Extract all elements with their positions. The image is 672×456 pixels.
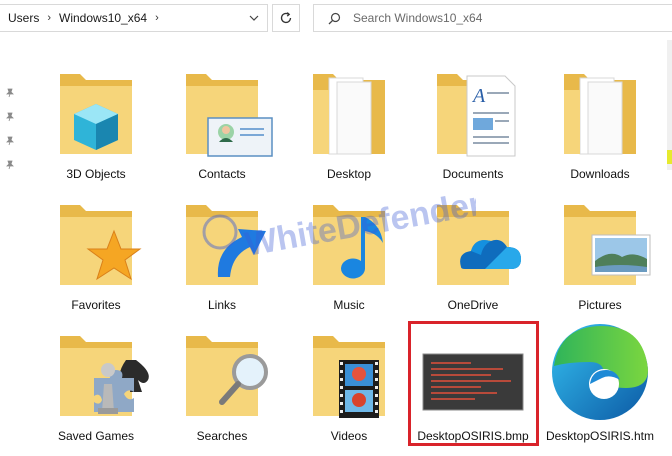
item-label: Searches bbox=[196, 429, 248, 443]
folder-onedrive[interactable]: OneDrive bbox=[413, 177, 533, 312]
refresh-button[interactable] bbox=[272, 4, 300, 32]
svg-text:A: A bbox=[471, 85, 486, 107]
breadcrumb-users[interactable]: Users bbox=[0, 11, 39, 25]
address-bar[interactable]: Users › Windows10_x64 › bbox=[0, 4, 268, 32]
folder-contacts[interactable]: Contacts bbox=[162, 46, 282, 181]
folder-3d-objects[interactable]: 3D Objects bbox=[36, 46, 156, 181]
item-label: Saved Games bbox=[57, 429, 135, 443]
folder-desktop[interactable]: Desktop bbox=[289, 46, 409, 181]
toolbar: Users › Windows10_x64 › bbox=[0, 0, 672, 38]
search-input[interactable] bbox=[353, 11, 633, 25]
links-folder-icon bbox=[186, 205, 266, 285]
folder-documents[interactable]: A Documents bbox=[413, 46, 533, 181]
searches-folder-icon bbox=[186, 336, 268, 416]
search-box[interactable] bbox=[313, 4, 672, 32]
pictures-folder-icon bbox=[564, 205, 651, 285]
breadcrumb-chevron-icon[interactable]: › bbox=[47, 12, 51, 24]
scrollbar-thumb[interactable] bbox=[667, 150, 672, 164]
breadcrumb-windows10-x64[interactable]: Windows10_x64 bbox=[59, 11, 147, 25]
edge-html-file-icon bbox=[552, 324, 648, 420]
highlight-box bbox=[408, 321, 539, 446]
refresh-icon bbox=[280, 12, 292, 24]
search-icon bbox=[328, 12, 341, 25]
folder-downloads[interactable]: Downloads bbox=[540, 46, 660, 181]
videos-folder-icon bbox=[313, 336, 385, 418]
onedrive-folder-icon bbox=[437, 205, 521, 285]
folder-searches[interactable]: Searches bbox=[162, 308, 282, 443]
folder-videos[interactable]: Videos bbox=[289, 308, 409, 443]
breadcrumb-chevron-icon[interactable]: › bbox=[155, 12, 159, 24]
folder-links[interactable]: Links bbox=[162, 177, 282, 312]
item-label: Videos bbox=[330, 429, 368, 443]
item-label: DesktopOSIRIS.htm bbox=[545, 429, 655, 443]
contacts-folder-icon bbox=[186, 74, 273, 157]
file-desktoposiris-htm[interactable]: DesktopOSIRIS.htm bbox=[540, 308, 660, 443]
downloads-folder-icon bbox=[564, 74, 636, 155]
saved-games-folder-icon bbox=[60, 336, 149, 416]
chevron-down-icon[interactable] bbox=[249, 13, 259, 23]
music-folder-icon bbox=[313, 205, 385, 285]
folder-music[interactable]: Music bbox=[289, 177, 409, 312]
folder-saved-games[interactable]: Saved Games bbox=[36, 308, 156, 443]
folder-pictures[interactable]: Pictures bbox=[540, 177, 660, 312]
folder-favorites[interactable]: Favorites bbox=[36, 177, 156, 312]
desktop-folder-icon bbox=[313, 74, 385, 155]
3d-objects-folder-icon bbox=[60, 74, 132, 154]
documents-folder-icon: A bbox=[437, 74, 516, 157]
file-list: 3D Objects Contacts Desktop A Documents … bbox=[0, 38, 672, 456]
favorites-folder-icon bbox=[60, 205, 142, 285]
